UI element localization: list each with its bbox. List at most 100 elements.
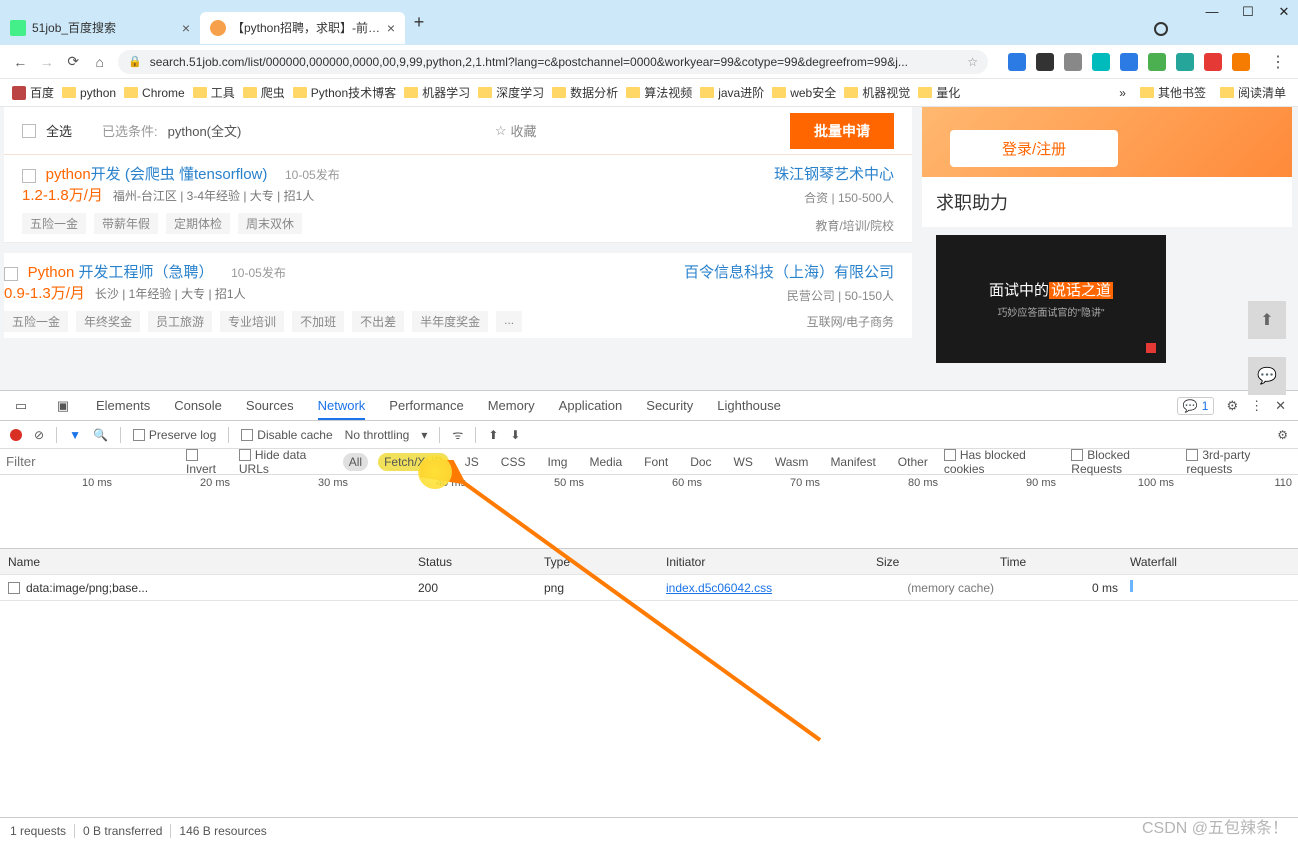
maximize-icon[interactable]: ☐: [1238, 4, 1258, 20]
bookmark-item[interactable]: 机器学习: [404, 84, 470, 101]
url-box[interactable]: 🔒 search.51job.com/list/000000,000000,00…: [118, 50, 988, 74]
dropdown-icon[interactable]: ▾: [421, 428, 427, 442]
job-row[interactable]: python开发 (会爬虫 懂tensorflow) 10-05发布 珠江钢琴艺…: [4, 155, 912, 243]
company-link[interactable]: 百令信息科技（上海）有限公司: [684, 261, 894, 282]
filter-manifest[interactable]: Manifest: [824, 453, 881, 471]
throttle-select[interactable]: No throttling: [345, 428, 410, 442]
back-icon[interactable]: ←: [12, 54, 29, 70]
close-devtools-icon[interactable]: ✕: [1275, 398, 1286, 414]
thirdparty-checkbox[interactable]: 3rd-party requests: [1186, 448, 1292, 476]
col-status-header[interactable]: Status: [418, 555, 544, 569]
tab-inactive[interactable]: 51job_百度搜索 ×: [0, 12, 200, 44]
network-row[interactable]: data:image/png;base... 200 png index.d5c…: [0, 575, 1298, 601]
job-checkbox[interactable]: [4, 267, 18, 281]
gear-icon[interactable]: ⚙: [1277, 428, 1288, 442]
req-initiator[interactable]: index.d5c06042.css: [666, 581, 876, 595]
ext-icon[interactable]: [1008, 53, 1026, 71]
more-icon[interactable]: ⋮: [1250, 398, 1263, 414]
blocked-req-checkbox[interactable]: Blocked Requests: [1071, 448, 1176, 476]
clear-icon[interactable]: ⊘: [34, 428, 44, 442]
filter-doc[interactable]: Doc: [684, 453, 717, 471]
tab-security[interactable]: Security: [646, 398, 693, 413]
filter-media[interactable]: Media: [583, 453, 628, 471]
favorite-link[interactable]: ☆ 收藏: [495, 121, 537, 140]
tab-memory[interactable]: Memory: [488, 398, 535, 413]
msg-badge[interactable]: 💬 1: [1177, 397, 1215, 415]
batch-apply-button[interactable]: 批量申请: [790, 113, 894, 149]
bookmark-item[interactable]: 工具: [193, 84, 235, 101]
col-init-header[interactable]: Initiator: [666, 555, 876, 569]
login-button[interactable]: 登录/注册: [950, 130, 1118, 167]
tab-lighthouse[interactable]: Lighthouse: [717, 398, 781, 413]
tab-application[interactable]: Application: [559, 398, 623, 413]
filter-css[interactable]: CSS: [495, 453, 532, 471]
job-checkbox[interactable]: [22, 169, 36, 183]
scroll-top-button[interactable]: ⬆: [1248, 301, 1286, 339]
filter-ws[interactable]: WS: [728, 453, 759, 471]
reload-icon[interactable]: ⟳: [65, 53, 82, 70]
ext-icon[interactable]: [1232, 53, 1250, 71]
upload-icon[interactable]: ⬆: [488, 428, 498, 442]
close-icon[interactable]: ×: [387, 20, 395, 36]
timeline[interactable]: 10 ms20 ms 30 ms40 ms 50 ms60 ms 70 ms80…: [0, 475, 1298, 549]
filter-font[interactable]: Font: [638, 453, 674, 471]
ext-icon[interactable]: [1120, 53, 1138, 71]
bookmark-item[interactable]: 爬虫: [243, 84, 285, 101]
bookmark-item[interactable]: 深度学习: [478, 84, 544, 101]
bookmark-item[interactable]: Python技术博客: [293, 84, 396, 101]
col-wf-header[interactable]: Waterfall: [1124, 555, 1298, 569]
bookmark-item[interactable]: 量化: [918, 84, 960, 101]
bookmark-item[interactable]: 机器视觉: [844, 84, 910, 101]
preserve-log-checkbox[interactable]: Preserve log: [133, 428, 216, 442]
ext-icon[interactable]: [1036, 53, 1054, 71]
company-link[interactable]: 珠江钢琴艺术中心: [774, 163, 894, 184]
tab-elements[interactable]: Elements: [96, 398, 150, 413]
device-icon[interactable]: ▣: [54, 398, 72, 414]
bookmark-item[interactable]: 百度: [12, 84, 54, 101]
menu-icon[interactable]: ⋮: [1270, 52, 1286, 72]
tab-network[interactable]: Network: [318, 398, 366, 420]
ext-icon[interactable]: [1064, 53, 1082, 71]
filter-input[interactable]: [6, 454, 176, 469]
star-icon[interactable]: ☆: [967, 55, 978, 69]
inspect-icon[interactable]: ▭: [12, 398, 30, 414]
reading-list[interactable]: 阅读清单: [1220, 84, 1286, 101]
ext-icon[interactable]: [1148, 53, 1166, 71]
hide-urls-checkbox[interactable]: Hide data URLs: [239, 448, 333, 476]
filter-js[interactable]: JS: [459, 453, 485, 471]
ext-icon[interactable]: [1176, 53, 1194, 71]
minimize-icon[interactable]: —: [1202, 4, 1222, 20]
col-type-header[interactable]: Type: [544, 555, 666, 569]
close-window-icon[interactable]: ✕: [1274, 4, 1294, 20]
feedback-button[interactable]: 💬: [1248, 357, 1286, 395]
blocked-cookies-checkbox[interactable]: Has blocked cookies: [944, 448, 1061, 476]
tab-active[interactable]: 【python招聘，求职】-前程无忧 ×: [200, 12, 405, 44]
tab-sources[interactable]: Sources: [246, 398, 294, 413]
col-time-header[interactable]: Time: [1000, 555, 1124, 569]
filter-icon[interactable]: ▼: [69, 428, 81, 442]
filter-img[interactable]: Img: [541, 453, 573, 471]
col-name-header[interactable]: Name: [0, 555, 418, 569]
job-title[interactable]: python开发 (会爬虫 懂tensorflow): [46, 166, 268, 183]
other-bookmarks[interactable]: 其他书签: [1140, 84, 1206, 101]
invert-checkbox[interactable]: Invert: [186, 448, 229, 476]
close-icon[interactable]: ×: [182, 20, 190, 36]
filter-wasm[interactable]: Wasm: [769, 453, 815, 471]
promo-banner[interactable]: 面试中的说话之道 巧妙应答面试官的"隐讲": [936, 235, 1166, 363]
home-icon[interactable]: ⌂: [92, 54, 109, 70]
ext-icon[interactable]: [1092, 53, 1110, 71]
bookmark-item[interactable]: python: [62, 86, 116, 100]
bookmark-item[interactable]: Chrome: [124, 86, 185, 100]
search-icon[interactable]: 🔍: [93, 428, 108, 442]
download-icon[interactable]: ⬇: [510, 428, 520, 442]
disable-cache-checkbox[interactable]: Disable cache: [241, 428, 332, 442]
bookmark-item[interactable]: java进阶: [700, 84, 764, 101]
new-tab-button[interactable]: +: [405, 12, 433, 33]
filter-all[interactable]: All: [343, 453, 368, 471]
profile-icon[interactable]: [1154, 22, 1168, 36]
job-row[interactable]: Python 开发工程师（急聘） 10-05发布 百令信息科技（上海）有限公司 …: [4, 253, 912, 338]
bookmark-item[interactable]: 数据分析: [552, 84, 618, 101]
tab-console[interactable]: Console: [174, 398, 222, 413]
bookmarks-overflow[interactable]: »: [1119, 86, 1126, 100]
select-all-checkbox[interactable]: [22, 124, 36, 138]
